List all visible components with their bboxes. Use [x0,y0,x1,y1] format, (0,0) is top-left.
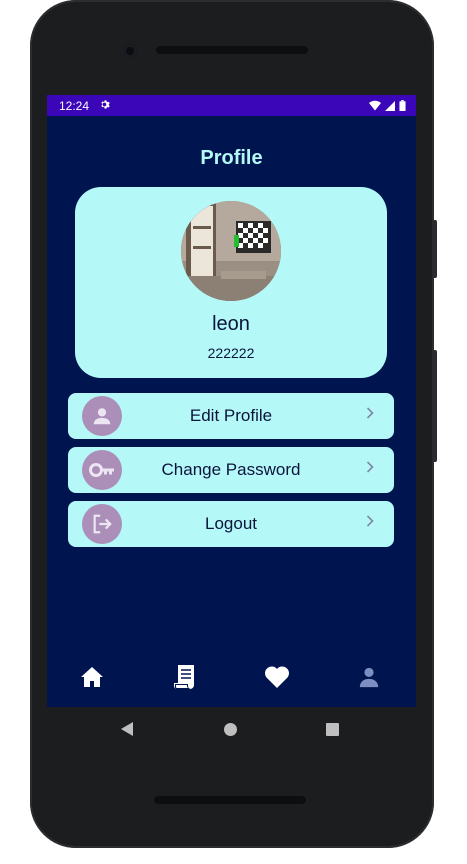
edit-profile-button[interactable]: Edit Profile [68,393,394,439]
heart-icon[interactable] [263,663,291,691]
person-icon [82,396,122,436]
logout-button[interactable]: Logout [68,501,394,547]
profile-subtitle: 222222 [207,345,255,361]
status-time: 12:24 [59,98,90,113]
chevron-right-icon [366,514,374,532]
chevron-right-icon [366,406,374,424]
avatar[interactable] [181,201,281,301]
wifi-icon [369,100,381,111]
front-camera [123,44,137,58]
chevron-right-icon [366,460,374,478]
recents-icon[interactable] [326,723,339,741]
system-navigation-bar [47,707,416,751]
bottom-navigation [47,647,416,707]
profile-card: leon 222222 [75,187,387,378]
volume-button [432,220,437,278]
battery-icon [399,100,406,111]
back-icon[interactable] [121,722,134,741]
home-icon[interactable] [78,663,106,691]
page-title: Profile [200,147,263,169]
power-button [432,350,437,462]
status-icons [369,100,406,111]
signal-icon [385,100,395,111]
logout-icon [82,504,122,544]
profile-name: leon [212,313,250,335]
change-password-button[interactable]: Change Password [68,447,394,493]
bottom-speaker [154,796,306,804]
top-speaker [156,46,308,54]
key-icon [82,450,122,490]
profile-nav-icon[interactable] [355,663,383,691]
app-screen: 12:24 Profile leon 222222 Edit Profile C… [47,95,416,707]
home-button-icon[interactable] [224,723,237,741]
status-bar: 12:24 [47,95,416,116]
receipt-icon[interactable] [171,663,199,691]
gear-icon [99,99,110,113]
